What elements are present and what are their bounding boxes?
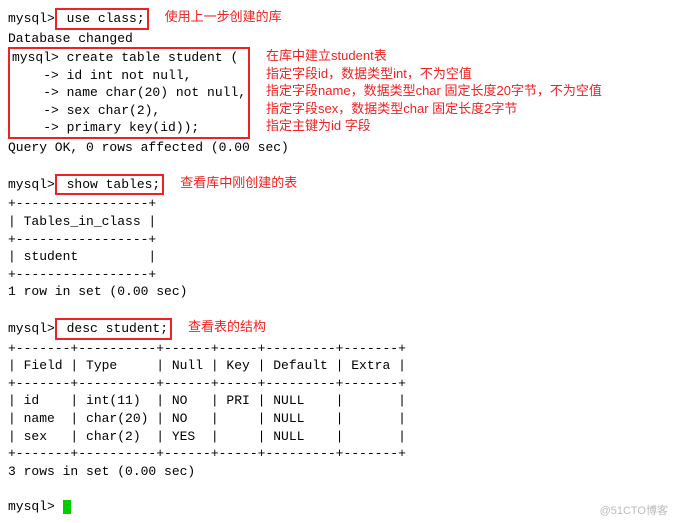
annot-use: 使用上一步创建的库 — [165, 9, 282, 24]
annot-create-id: 指定字段id，数据类型int，不为空值 — [266, 65, 602, 83]
final-prompt: mysql> — [8, 498, 666, 516]
table-row: | Field | Type | Null | Key | Default | … — [8, 357, 666, 375]
table-row: +-----------------+ — [8, 266, 666, 284]
table-row: | student | — [8, 248, 666, 266]
table-row: | id | int(11) | NO | PRI | NULL | | — [8, 392, 666, 410]
annot-desc: 查看表的结构 — [188, 319, 266, 334]
cmd-desc-student: desc student; — [55, 318, 172, 340]
line-show-tables: mysql> show tables; 查看库中刚创建的表 — [8, 174, 666, 196]
create-table-block: mysql> create table student ( -> id int … — [8, 47, 666, 139]
line-desc-student: mysql> desc student; 查看表的结构 — [8, 318, 666, 340]
cmd-create-table: mysql> create table student ( -> id int … — [8, 47, 250, 139]
cmd-show-tables: show tables; — [55, 174, 164, 196]
annot-create-pk: 指定主键为id 字段 — [266, 117, 602, 135]
table-row: +-----------------+ — [8, 231, 666, 249]
blank — [8, 480, 666, 498]
annot-create-name: 指定字段name，数据类型char 固定长度20字节，不为空值 — [266, 82, 602, 100]
line-use-class: mysql> use class; 使用上一步创建的库 — [8, 8, 666, 30]
blank — [8, 156, 666, 174]
rows-in-set: 3 rows in set (0.00 sec) — [8, 463, 666, 481]
annot-create-title: 在库中建立student表 — [266, 47, 602, 65]
table-row: +-------+----------+------+-----+-------… — [8, 445, 666, 463]
cmd-use-class: use class; — [55, 8, 149, 30]
prompt: mysql> — [8, 11, 55, 26]
annot-create-sex: 指定字段sex，数据类型char 固定长度2字节 — [266, 100, 602, 118]
watermark: @51CTO博客 — [600, 504, 668, 519]
cursor-icon — [63, 500, 71, 514]
table-row: +-------+----------+------+-----+-------… — [8, 375, 666, 393]
table-row: | name | char(20) | NO | | NULL | | — [8, 410, 666, 428]
query-ok: Query OK, 0 rows affected (0.00 sec) — [8, 139, 666, 157]
db-changed: Database changed — [8, 30, 666, 48]
rows-in-set: 1 row in set (0.00 sec) — [8, 283, 666, 301]
table-row: | Tables_in_class | — [8, 213, 666, 231]
table-row: | sex | char(2) | YES | | NULL | | — [8, 428, 666, 446]
table-row: +-----------------+ — [8, 195, 666, 213]
annot-show: 查看库中刚创建的表 — [180, 175, 297, 190]
table-row: +-------+----------+------+-----+-------… — [8, 340, 666, 358]
blank — [8, 301, 666, 319]
